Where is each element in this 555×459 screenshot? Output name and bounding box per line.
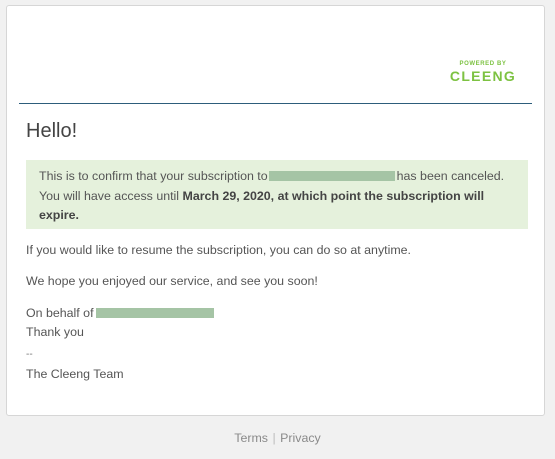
redacted-publisher-name <box>95 308 214 318</box>
header-divider <box>19 103 532 104</box>
privacy-link[interactable]: Privacy <box>280 431 321 445</box>
footer-links: Terms | Privacy <box>0 431 555 445</box>
behalf-line: On behalf of <box>26 304 214 323</box>
notice-suffix: has been canceled. <box>396 169 505 183</box>
redacted-subscription-name <box>268 171 395 181</box>
signature: The Cleeng Team <box>26 367 124 381</box>
email-card: POWERED BY CLEENG Hello! This is to conf… <box>6 5 545 416</box>
resume-paragraph: If you would like to resume the subscrip… <box>26 243 411 257</box>
thank-you-line: Thank you <box>26 325 84 339</box>
terms-link[interactable]: Terms <box>234 431 268 445</box>
signature-separator: -- <box>26 349 33 360</box>
hope-paragraph: We hope you enjoyed our service, and see… <box>26 274 318 288</box>
notice-prefix: This is to confirm that your subscriptio… <box>39 169 268 183</box>
access-text: You will have access until <box>39 188 180 203</box>
powered-by-label: POWERED BY <box>459 61 507 67</box>
cleeng-brand: POWERED BY CLEENG <box>444 60 522 84</box>
behalf-text: On behalf of <box>26 306 94 320</box>
cleeng-logo: CLEENG <box>449 68 517 84</box>
cancellation-notice: This is to confirm that your subscriptio… <box>26 160 528 229</box>
footer-separator: | <box>272 431 276 445</box>
greeting-heading: Hello! <box>26 120 78 142</box>
